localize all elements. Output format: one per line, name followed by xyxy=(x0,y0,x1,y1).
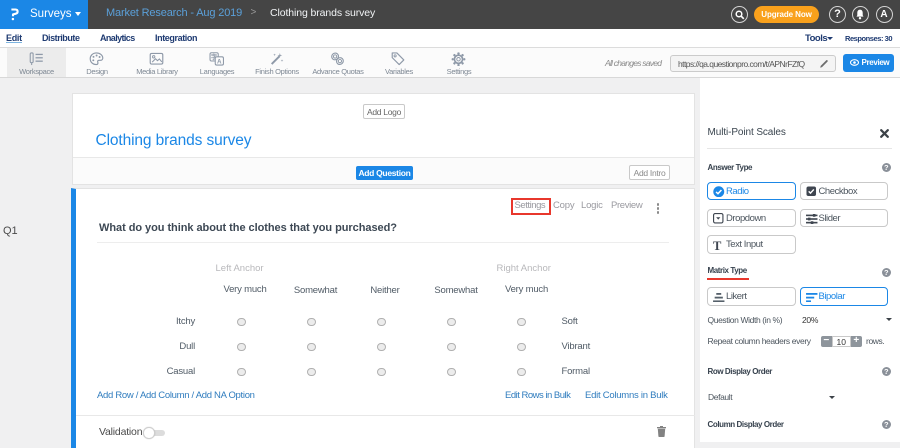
svg-text:A: A xyxy=(217,58,222,65)
